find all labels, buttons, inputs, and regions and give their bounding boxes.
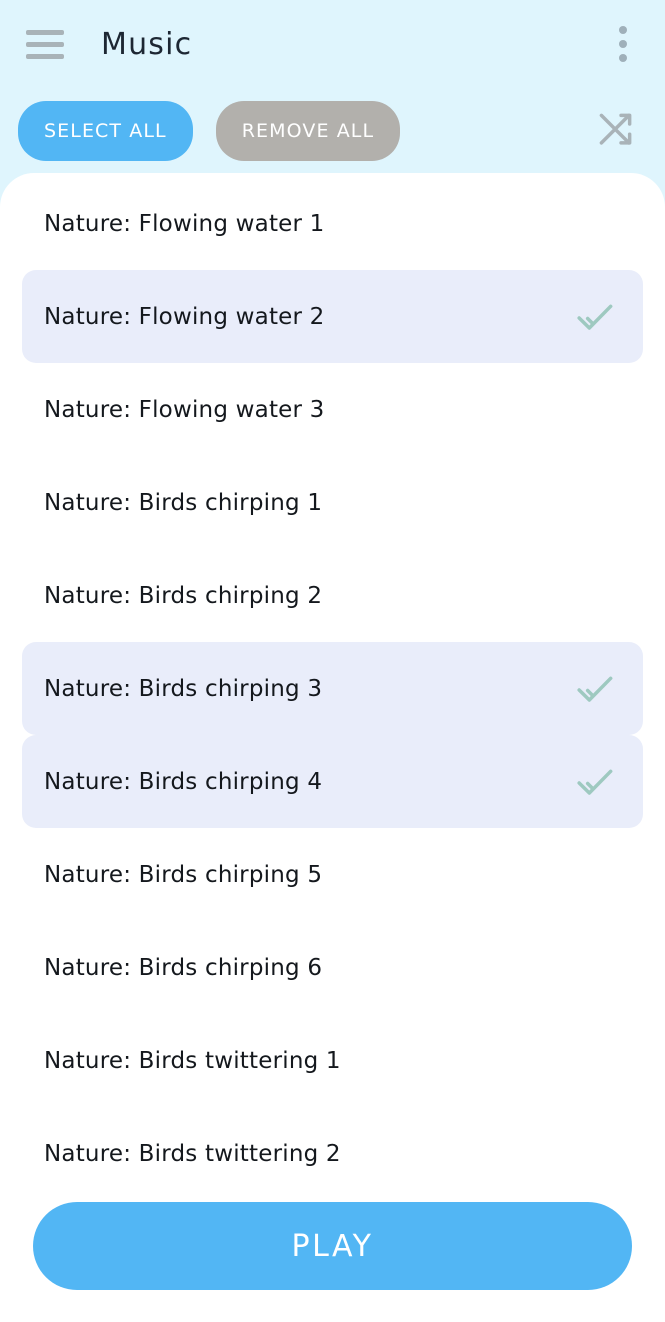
track-row-hitbox[interactable]: Nature: Flowing water 1	[22, 177, 643, 270]
track-row-hitbox[interactable]: Nature: Birds twittering 1	[22, 1014, 643, 1107]
kebab-dot	[619, 54, 627, 62]
hamburger-bar	[26, 53, 64, 59]
check-icon[interactable]	[575, 669, 615, 709]
track-label: Nature: Birds chirping 1	[44, 489, 323, 516]
track-row-hitbox[interactable]: Nature: Birds chirping 6	[22, 921, 643, 1014]
track-row-hitbox[interactable]: Nature: Birds twittering 2	[22, 1107, 643, 1200]
track-row-hitbox[interactable]: Nature: Birds chirping 1	[22, 456, 643, 549]
track-row[interactable]: Nature: Birds twittering 2	[0, 1107, 665, 1200]
track-row[interactable]: Nature: Flowing water 3	[0, 363, 665, 456]
kebab-dot	[619, 26, 627, 34]
track-row[interactable]: Nature: Birds chirping 5	[0, 828, 665, 921]
hamburger-menu-icon[interactable]	[26, 27, 68, 61]
track-label: Nature: Flowing water 1	[44, 210, 325, 237]
remove-all-button[interactable]: REMOVE ALL	[215, 100, 401, 161]
track-label: Nature: Birds chirping 5	[44, 861, 323, 888]
track-row[interactable]: Nature: Flowing water 2	[0, 270, 665, 363]
kebab-dot	[619, 40, 627, 48]
play-button[interactable]: PLAY	[33, 1202, 632, 1290]
track-row[interactable]: Nature: Birds chirping 4	[0, 735, 665, 828]
action-bar: SELECT ALL REMOVE ALL	[0, 88, 665, 173]
track-label: Nature: Birds chirping 3	[44, 675, 323, 702]
check-icon[interactable]	[575, 762, 615, 802]
track-label: Nature: Flowing water 2	[44, 303, 325, 330]
track-label: Nature: Birds twittering 1	[44, 1047, 341, 1074]
track-label: Nature: Birds chirping 2	[44, 582, 323, 609]
play-button-container: PLAY	[0, 1202, 665, 1322]
track-row-hitbox[interactable]: Nature: Birds chirping 4	[22, 735, 643, 828]
track-row-hitbox[interactable]: Nature: Flowing water 2	[22, 270, 643, 363]
track-row[interactable]: Nature: Birds twittering 1	[0, 1014, 665, 1107]
track-row-hitbox[interactable]: Nature: Birds chirping 5	[22, 828, 643, 921]
select-all-button[interactable]: SELECT ALL	[18, 100, 193, 161]
track-row-hitbox[interactable]: Nature: Birds chirping 3	[22, 642, 643, 735]
shuffle-icon[interactable]	[591, 105, 643, 157]
track-row[interactable]: Nature: Birds chirping 6	[0, 921, 665, 1014]
track-row-hitbox[interactable]: Nature: Flowing water 3	[22, 363, 643, 456]
content-sheet: Nature: Flowing water 1 Nature: Flowing w…	[0, 173, 665, 1322]
more-vertical-icon[interactable]	[605, 21, 641, 67]
hamburger-bar	[26, 41, 64, 47]
track-label: Nature: Birds twittering 2	[44, 1140, 341, 1167]
track-label: Nature: Birds chirping 4	[44, 768, 323, 795]
track-list[interactable]: Nature: Flowing water 1 Nature: Flowing w…	[0, 173, 665, 1202]
track-row[interactable]: Nature: Birds chirping 1	[0, 456, 665, 549]
app-bar: Music	[0, 0, 665, 88]
track-row[interactable]: Nature: Flowing water 1	[0, 177, 665, 270]
hamburger-bar	[26, 29, 64, 35]
track-label: Nature: Birds chirping 6	[44, 954, 323, 981]
page-title: Music	[101, 26, 193, 62]
check-icon[interactable]	[575, 297, 615, 337]
music-screen: Music SELECT ALL REMOVE ALL Nature: Flow…	[0, 0, 665, 1322]
track-label: Nature: Flowing water 3	[44, 396, 325, 423]
track-row[interactable]: Nature: Birds chirping 2	[0, 549, 665, 642]
track-row-hitbox[interactable]: Nature: Birds chirping 2	[22, 549, 643, 642]
track-row[interactable]: Nature: Birds chirping 3	[0, 642, 665, 735]
